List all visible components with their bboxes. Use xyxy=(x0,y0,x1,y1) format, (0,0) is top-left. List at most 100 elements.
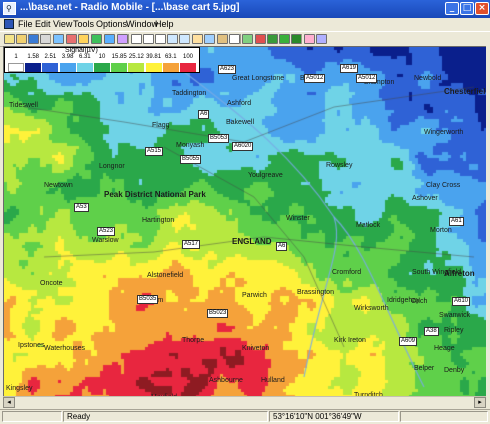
road-number-label: A610 xyxy=(452,297,471,306)
map-place-label: Ipstones xyxy=(18,342,45,349)
road-number-label: A6 xyxy=(198,110,210,119)
visual-coverage-icon[interactable] xyxy=(104,34,115,44)
status-ready: Ready xyxy=(63,411,268,422)
road-number-label: A38 xyxy=(424,327,439,336)
legend-swatch xyxy=(94,63,110,72)
map-place-label: Warslow xyxy=(92,237,119,244)
menu-file[interactable]: File xyxy=(16,18,35,30)
legend-swatch xyxy=(76,63,93,72)
copy-icon[interactable] xyxy=(167,34,178,44)
legend-swatch xyxy=(162,63,179,72)
pan-icon[interactable] xyxy=(131,34,142,44)
menu-edit[interactable]: Edit xyxy=(33,18,53,30)
legend-swatch xyxy=(25,63,42,72)
toolbar-separator xyxy=(301,34,302,44)
toolbar xyxy=(0,31,490,47)
scroll-right-arrow-icon[interactable]: ▸ xyxy=(474,397,486,408)
merge-icon[interactable] xyxy=(192,34,203,44)
map-place-label: Brassington xyxy=(297,289,334,296)
open-icon[interactable] xyxy=(16,34,27,44)
road-number-label: A61 xyxy=(449,217,464,226)
document-menu-icon[interactable] xyxy=(4,19,14,29)
save-icon[interactable] xyxy=(28,34,39,44)
close-button[interactable]: × xyxy=(475,2,489,15)
settings-icon[interactable] xyxy=(316,34,327,44)
properties-icon[interactable] xyxy=(53,34,64,44)
map-view[interactable]: Signal(µV) 1 1.58 2.51 3.98 6.31 10 15.85 25.12… xyxy=(3,46,488,410)
map-place-label: Flagg xyxy=(152,122,170,129)
map-place-label: Oncote xyxy=(40,280,63,287)
legend-swatch xyxy=(111,63,128,72)
status-bar: Ready 53°16'10"N 001°36'49"W xyxy=(0,409,490,424)
road-number-label: A53 xyxy=(74,203,89,212)
menu-bar: File Edit View Tools Options Window Help xyxy=(0,18,490,30)
status-empty-pane xyxy=(2,411,62,422)
map-place-label: Wingerworth xyxy=(424,129,464,136)
map-place-label: Bakewell xyxy=(226,119,255,126)
menu-help[interactable]: Help xyxy=(153,18,176,30)
road-number-label: B5053 xyxy=(208,134,230,143)
map-place-label: Alstonefield xyxy=(147,272,184,279)
map-place-label: Winster xyxy=(286,215,310,222)
map-place-label: Chesterfield xyxy=(444,87,488,96)
globe-1-icon[interactable] xyxy=(267,34,278,44)
zoom-in-icon[interactable] xyxy=(143,34,154,44)
scroll-left-arrow-icon[interactable]: ◂ xyxy=(3,397,15,408)
map-place-label: Kirk Ireton xyxy=(334,337,366,344)
status-coordinates: 53°16'10"N 001°36'49"W xyxy=(269,411,399,422)
window-title: ...\base.net - Radio Mobile - [...\base … xyxy=(20,2,240,13)
toolbar-separator xyxy=(189,34,190,44)
map-place-label: Peak District National Park xyxy=(104,190,206,199)
map-place-label: Ashford xyxy=(227,100,252,107)
new-icon[interactable] xyxy=(4,34,15,44)
map-place-label: Ripley xyxy=(444,327,464,334)
grid-icon[interactable] xyxy=(229,34,240,44)
map-place-label: Wirksworth xyxy=(354,305,389,312)
antenna-icon[interactable] xyxy=(78,34,89,44)
map-place-label: Alfreton xyxy=(444,269,475,278)
road-number-label: A6 xyxy=(276,242,288,251)
minimize-button[interactable]: _ xyxy=(445,2,459,15)
radio-mobile-icon[interactable]: ⚲ xyxy=(3,2,16,15)
zoom-out-icon[interactable] xyxy=(155,34,166,44)
road-number-label: A523 xyxy=(97,227,116,236)
map-place-label: Thorpe xyxy=(182,337,205,344)
units-icon[interactable] xyxy=(66,34,77,44)
map-place-label: Denby xyxy=(444,367,465,374)
stop-icon[interactable] xyxy=(255,34,266,44)
road-number-label: B5023 xyxy=(207,309,229,318)
road-number-label: B5035 xyxy=(137,295,159,304)
toolbar-separator xyxy=(128,34,129,44)
world-icon[interactable] xyxy=(242,34,253,44)
network-icon[interactable] xyxy=(117,34,128,44)
road-number-label: A6020 xyxy=(232,142,254,151)
elevation-icon[interactable] xyxy=(217,34,228,44)
legend-label: 100 xyxy=(182,54,193,60)
legend-swatch xyxy=(8,63,24,72)
map-place-label: ENGLAND xyxy=(232,237,272,246)
map-place-label: Kingsley xyxy=(6,385,33,392)
maximize-button[interactable]: □ xyxy=(460,2,474,15)
map-place-label: Hulland xyxy=(261,377,285,384)
radio-link-icon[interactable] xyxy=(91,34,102,44)
road-number-label: A5012 xyxy=(356,74,378,83)
title-bar[interactable]: ⚲ ...\base.net - Radio Mobile - [...\bas… xyxy=(0,0,490,19)
map-place-label: Hartington xyxy=(142,217,175,224)
signal-legend: Signal(µV) 1 1.58 2.51 3.98 6.31 10 15.85 25.12… xyxy=(4,47,200,73)
horizontal-scrollbar[interactable]: ◂ ▸ xyxy=(3,396,486,409)
map-properties-icon[interactable] xyxy=(204,34,215,44)
toolbar-separator xyxy=(50,34,51,44)
map-place-label: Monyash xyxy=(176,142,205,149)
map-place-label: Ashover xyxy=(412,195,438,202)
map-place-label: Great Longstone xyxy=(232,75,285,82)
road-number-label: A623 xyxy=(218,65,237,74)
vertical-scrollbar[interactable] xyxy=(486,46,490,410)
map-place-label: Longnor xyxy=(99,163,125,170)
menu-tools[interactable]: Tools xyxy=(71,18,96,30)
application-window: ⚲ ...\base.net - Radio Mobile - [...\bas… xyxy=(0,0,490,424)
globe-2-icon[interactable] xyxy=(279,34,290,44)
map-place-label: Newbold xyxy=(414,75,442,82)
road-number-label: A517 xyxy=(182,240,201,249)
status-extra-pane xyxy=(400,411,488,422)
color-icon[interactable] xyxy=(304,34,315,44)
